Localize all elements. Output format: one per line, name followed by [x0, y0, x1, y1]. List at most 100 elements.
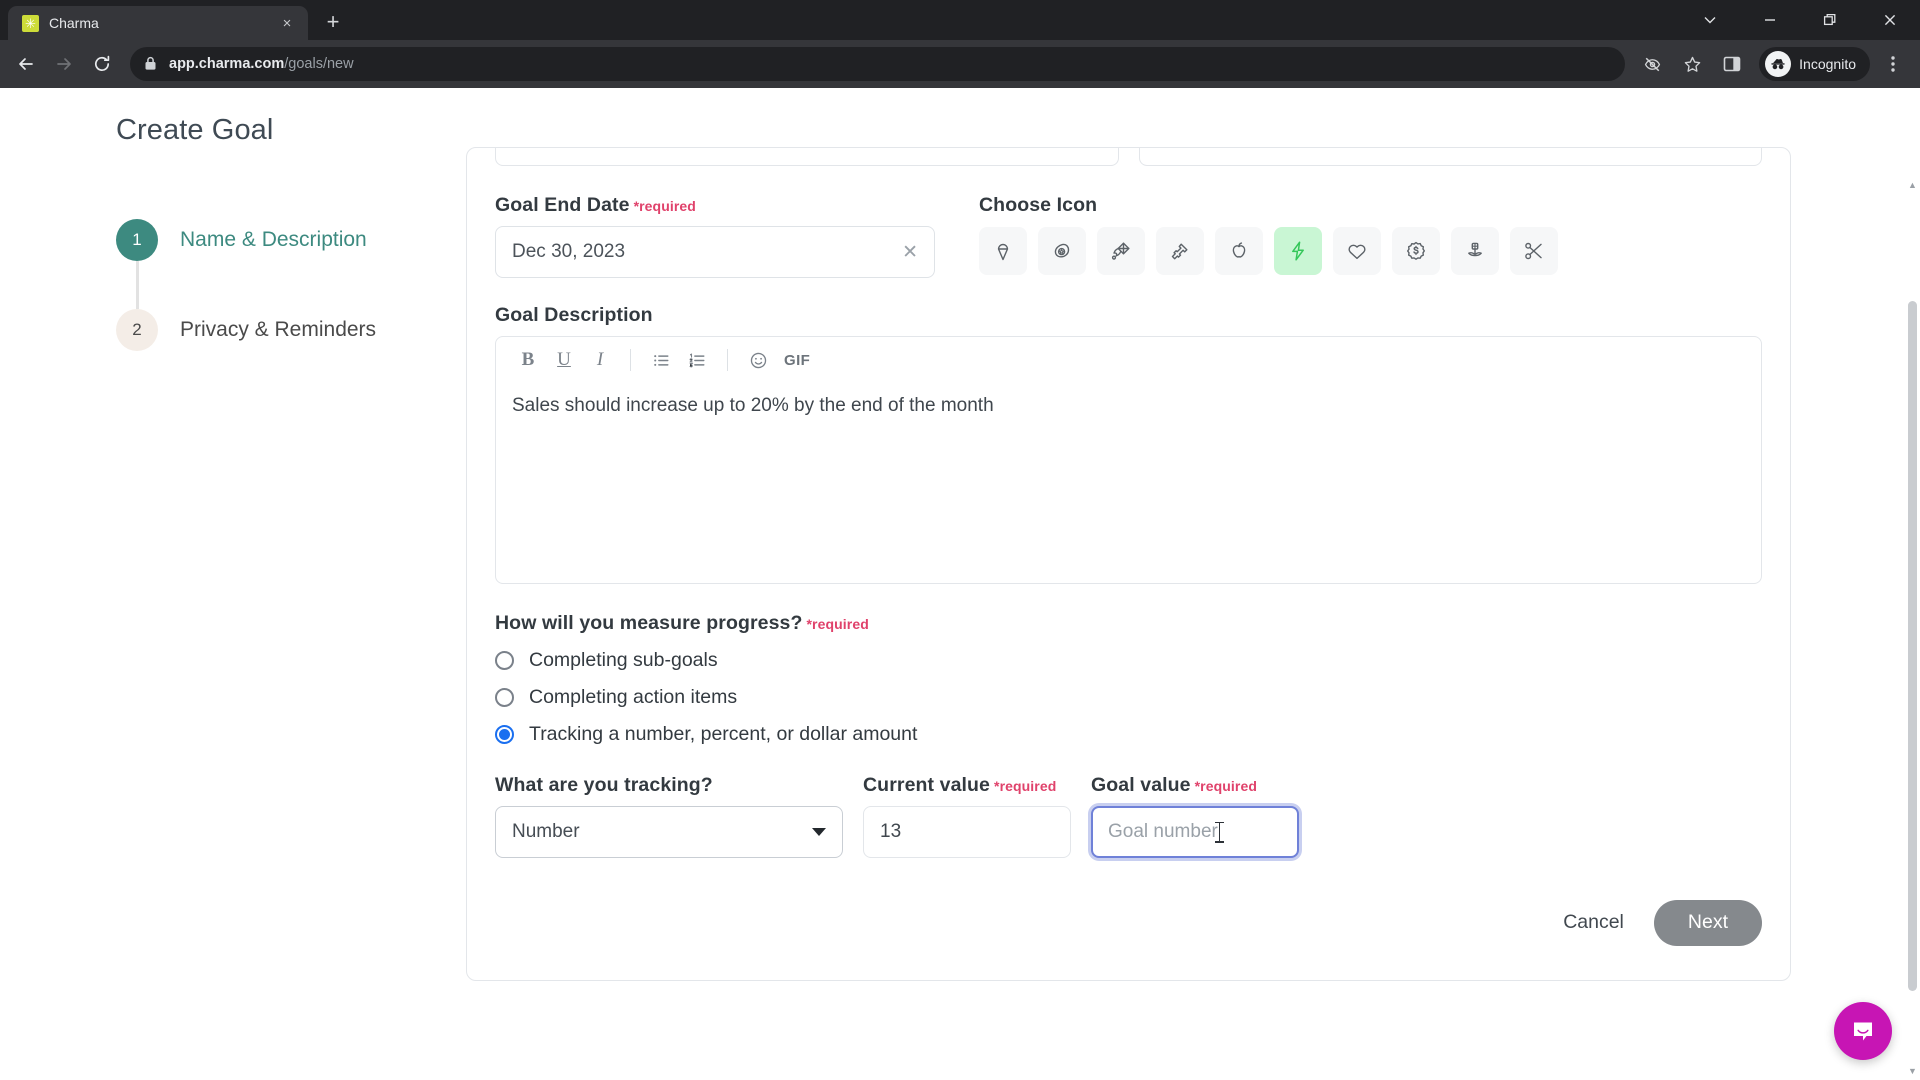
cancel-button[interactable]: Cancel	[1563, 911, 1624, 934]
text-cursor-icon	[1215, 821, 1223, 843]
goal-owner-field-partial[interactable]	[1138, 148, 1762, 166]
bookmark-star-icon[interactable]	[1675, 47, 1709, 81]
chat-bubble-icon	[1854, 1022, 1872, 1041]
radio-completing-sub-goals[interactable]: Completing sub-goals	[495, 649, 1762, 672]
next-button[interactable]: Next	[1653, 900, 1762, 946]
bold-icon[interactable]: B	[512, 344, 544, 376]
browser-window: ✳ Charma × + app.charma.com/goals/new In…	[0, 0, 1920, 1080]
required-marker-progress: *required	[806, 616, 869, 632]
choose-icon-label: Choose Icon	[979, 194, 1098, 216]
radio-icon-tracking-number[interactable]	[495, 725, 514, 744]
goal-description-text[interactable]: Sales should increase up to 20% by the e…	[496, 383, 1761, 583]
avocado-icon[interactable]	[1038, 227, 1086, 275]
page-scrollbar[interactable]: ▲ ▼	[1905, 176, 1920, 1080]
browser-tab-charma[interactable]: ✳ Charma ×	[8, 6, 308, 40]
current-value-text: 13	[880, 821, 902, 842]
required-marker-current: *required	[994, 778, 1057, 794]
tracking-type-select[interactable]: Number	[495, 806, 843, 858]
bullet-list-icon[interactable]	[645, 344, 677, 376]
scrolled-fields-partial	[495, 148, 1762, 170]
new-tab-button[interactable]: +	[318, 7, 348, 37]
goal-description-field: Goal Description B U I GIF Sales should …	[495, 304, 1762, 584]
numbered-list-icon[interactable]	[681, 344, 713, 376]
required-marker-goal: *required	[1194, 778, 1257, 794]
scroll-down-arrow-icon[interactable]: ▼	[1907, 1066, 1918, 1076]
reload-icon[interactable]	[84, 46, 120, 82]
gif-icon[interactable]: GIF	[778, 344, 816, 376]
stepper: 1 Name & Description 2 Privacy & Reminde…	[116, 191, 466, 981]
back-icon[interactable]	[8, 46, 44, 82]
goal-end-date-field: Goal End Date *required Dec 30, 2023 ✕	[495, 194, 935, 278]
lightning-bolt-icon[interactable]	[1274, 227, 1322, 275]
more-menu-icon[interactable]	[1876, 47, 1910, 81]
radio-tracking-number[interactable]: Tracking a number, percent, or dollar am…	[495, 723, 1762, 746]
step-privacy-reminders[interactable]: 2 Privacy & Reminders	[116, 309, 466, 351]
maximize-restore-icon[interactable]	[1800, 0, 1860, 40]
goal-value-placeholder: Goal number	[1108, 821, 1218, 842]
goal-value-input[interactable]: Goal number	[1091, 806, 1299, 858]
profile-chip-incognito[interactable]: Incognito	[1759, 47, 1870, 81]
address-bar-url: app.charma.com/goals/new	[169, 56, 354, 72]
goal-end-date-input[interactable]: Dec 30, 2023 ✕	[495, 226, 935, 278]
url-host: app.charma.com	[169, 56, 285, 72]
window-controls	[1680, 0, 1920, 40]
radio-icon-action-items[interactable]	[495, 688, 514, 707]
dollar-badge-icon[interactable]	[1392, 227, 1440, 275]
step-2-label: Privacy & Reminders	[180, 318, 377, 341]
flower-icon[interactable]	[1451, 227, 1499, 275]
step-1-label: Name & Description	[180, 228, 367, 251]
heart-icon[interactable]	[1333, 227, 1381, 275]
scissors-icon[interactable]	[1510, 227, 1558, 275]
tab-close-icon[interactable]: ×	[276, 12, 298, 34]
page-content: Create Goal 1 Name & Description 2 Priva…	[0, 88, 1920, 1080]
emoji-icon[interactable]	[742, 344, 774, 376]
current-value-input[interactable]: 13	[863, 806, 1071, 858]
underline-icon[interactable]: U	[548, 344, 580, 376]
tab-search-icon[interactable]	[1680, 0, 1740, 40]
radio-icon-sub-goals[interactable]	[495, 651, 514, 670]
goal-name-field-partial[interactable]	[495, 148, 1119, 166]
profile-label: Incognito	[1799, 56, 1856, 72]
measure-progress-label: How will you measure progress? *required	[495, 612, 869, 634]
scroll-up-arrow-icon[interactable]: ▲	[1907, 180, 1918, 190]
current-value-label: Current value *required	[863, 774, 1057, 796]
kite-icon[interactable]	[1097, 227, 1145, 275]
third-party-cookie-icon[interactable]	[1635, 47, 1669, 81]
close-window-icon[interactable]	[1860, 0, 1920, 40]
minimize-icon[interactable]	[1740, 0, 1800, 40]
goal-end-date-value: Dec 30, 2023	[512, 241, 626, 262]
scrollbar-thumb[interactable]	[1908, 301, 1917, 991]
intercom-chat-button[interactable]	[1834, 1002, 1892, 1060]
date-and-icon-row: Goal End Date *required Dec 30, 2023 ✕ Ch…	[495, 194, 1762, 278]
goal-value-label: Goal value *required	[1091, 774, 1257, 796]
create-goal-card: Goal End Date *required Dec 30, 2023 ✕ Ch…	[466, 147, 1791, 981]
step-name-description[interactable]: 1 Name & Description	[116, 219, 466, 261]
forward-icon[interactable]	[46, 46, 82, 82]
goal-end-date-label: Goal End Date *required	[495, 194, 696, 216]
address-bar[interactable]: app.charma.com/goals/new	[130, 47, 1626, 81]
tracking-type-value: Number	[512, 821, 580, 842]
tracking-type-label: What are you tracking?	[495, 774, 713, 796]
charma-favicon: ✳	[22, 14, 39, 32]
radio-label-tracking-number: Tracking a number, percent, or dollar am…	[529, 723, 918, 745]
side-panel-icon[interactable]	[1715, 47, 1749, 81]
current-value-field: Current value *required 13	[863, 774, 1071, 858]
tab-strip: ✳ Charma × +	[0, 0, 1920, 40]
card-footer: Cancel Next	[495, 858, 1762, 980]
required-marker: *required	[633, 198, 696, 214]
tab-title: Charma	[49, 15, 99, 31]
incognito-avatar-icon	[1765, 51, 1792, 77]
toolbar-divider	[630, 349, 631, 371]
apple-icon[interactable]	[1215, 227, 1263, 275]
ice-cream-icon[interactable]	[979, 227, 1027, 275]
italic-icon[interactable]: I	[584, 344, 616, 376]
page-title: Create Goal	[116, 114, 274, 146]
clear-date-icon[interactable]: ✕	[902, 241, 918, 264]
icon-grid	[979, 227, 1558, 275]
page-layout: 1 Name & Description 2 Privacy & Reminde…	[0, 147, 1920, 981]
radio-completing-action-items[interactable]: Completing action items	[495, 686, 1762, 709]
hammer-icon[interactable]	[1156, 227, 1204, 275]
rich-text-editor: B U I GIF Sales should increase up to 20…	[495, 336, 1762, 584]
choose-icon-group: Choose Icon	[955, 194, 1558, 278]
measure-progress-group: How will you measure progress? *required …	[495, 612, 1762, 746]
